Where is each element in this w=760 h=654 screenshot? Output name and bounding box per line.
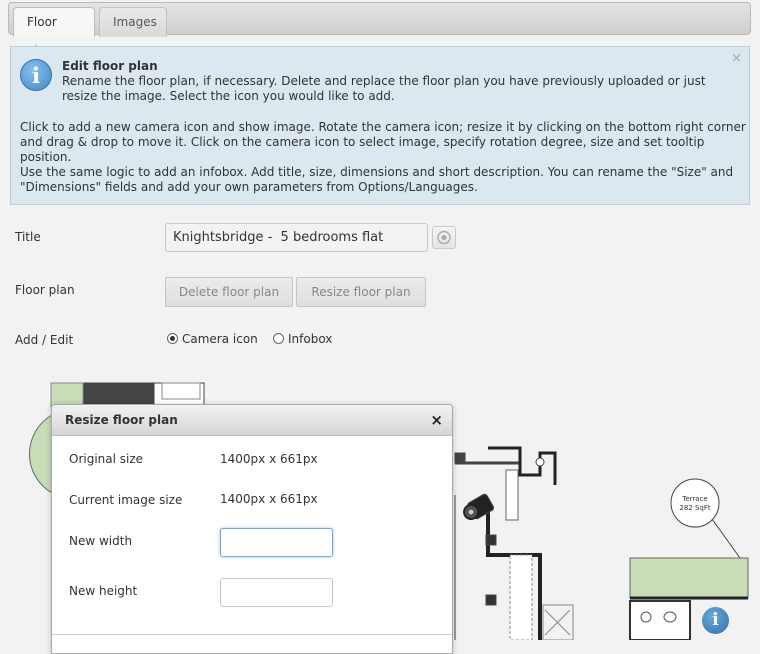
tab-images[interactable]: Images [99, 7, 167, 37]
info-title: Edit floor plan [62, 59, 158, 73]
current-size-value: 1400px x 661px [220, 492, 318, 506]
radio-infobox-label: Infobox [288, 332, 333, 346]
current-size-label: Current image size [69, 493, 183, 507]
original-size-label: Original size [69, 452, 144, 466]
radio-indicator [273, 333, 284, 344]
preview-button[interactable] [432, 226, 456, 249]
info-box: i × Edit floor plan Rename the floor pla… [10, 46, 750, 205]
add-edit-label: Add / Edit [15, 333, 74, 347]
dialog-title: Resize floor plan [65, 413, 178, 427]
eye-icon [437, 230, 451, 245]
radio-selected-indicator [167, 333, 178, 344]
dialog-footer-divider [52, 634, 452, 635]
close-icon[interactable]: × [430, 411, 443, 429]
info-icon[interactable]: i [702, 607, 729, 634]
info-paragraph-3: Use the same logic to add an infobox. Ad… [20, 165, 734, 194]
terrace-label: Terrace [681, 495, 707, 503]
tab-bar: Floor plan Images [8, 2, 751, 58]
close-icon[interactable]: × [731, 51, 742, 66]
radio-infobox[interactable]: Infobox [273, 332, 332, 346]
new-width-label: New width [69, 534, 133, 548]
new-height-input[interactable] [220, 578, 333, 607]
delete-floor-plan-button[interactable]: Delete floor plan [165, 277, 293, 307]
title-label: Title [15, 230, 41, 244]
resize-dialog: Resize floor plan × Original size 1400px… [51, 404, 453, 654]
radio-camera-label: Camera icon [182, 332, 258, 346]
dialog-header: Resize floor plan × [52, 405, 452, 436]
radio-camera-icon[interactable]: Camera icon [167, 332, 258, 346]
floor-plan-label: Floor plan [15, 283, 75, 297]
info-paragraph-1: Rename the floor plan, if necessary. Del… [62, 74, 706, 103]
resize-floor-plan-button[interactable]: Resize floor plan [296, 277, 426, 307]
tab-floor-plan[interactable]: Floor plan [13, 7, 95, 58]
info-paragraph-2: Click to add a new camera icon and show … [20, 120, 746, 164]
new-height-label: New height [69, 584, 138, 598]
title-input[interactable] [165, 223, 428, 252]
new-width-input[interactable] [220, 528, 333, 557]
terrace-area: 282 SqFt [679, 504, 710, 512]
original-size-value: 1400px x 661px [220, 452, 318, 466]
info-icon: i [20, 59, 52, 91]
